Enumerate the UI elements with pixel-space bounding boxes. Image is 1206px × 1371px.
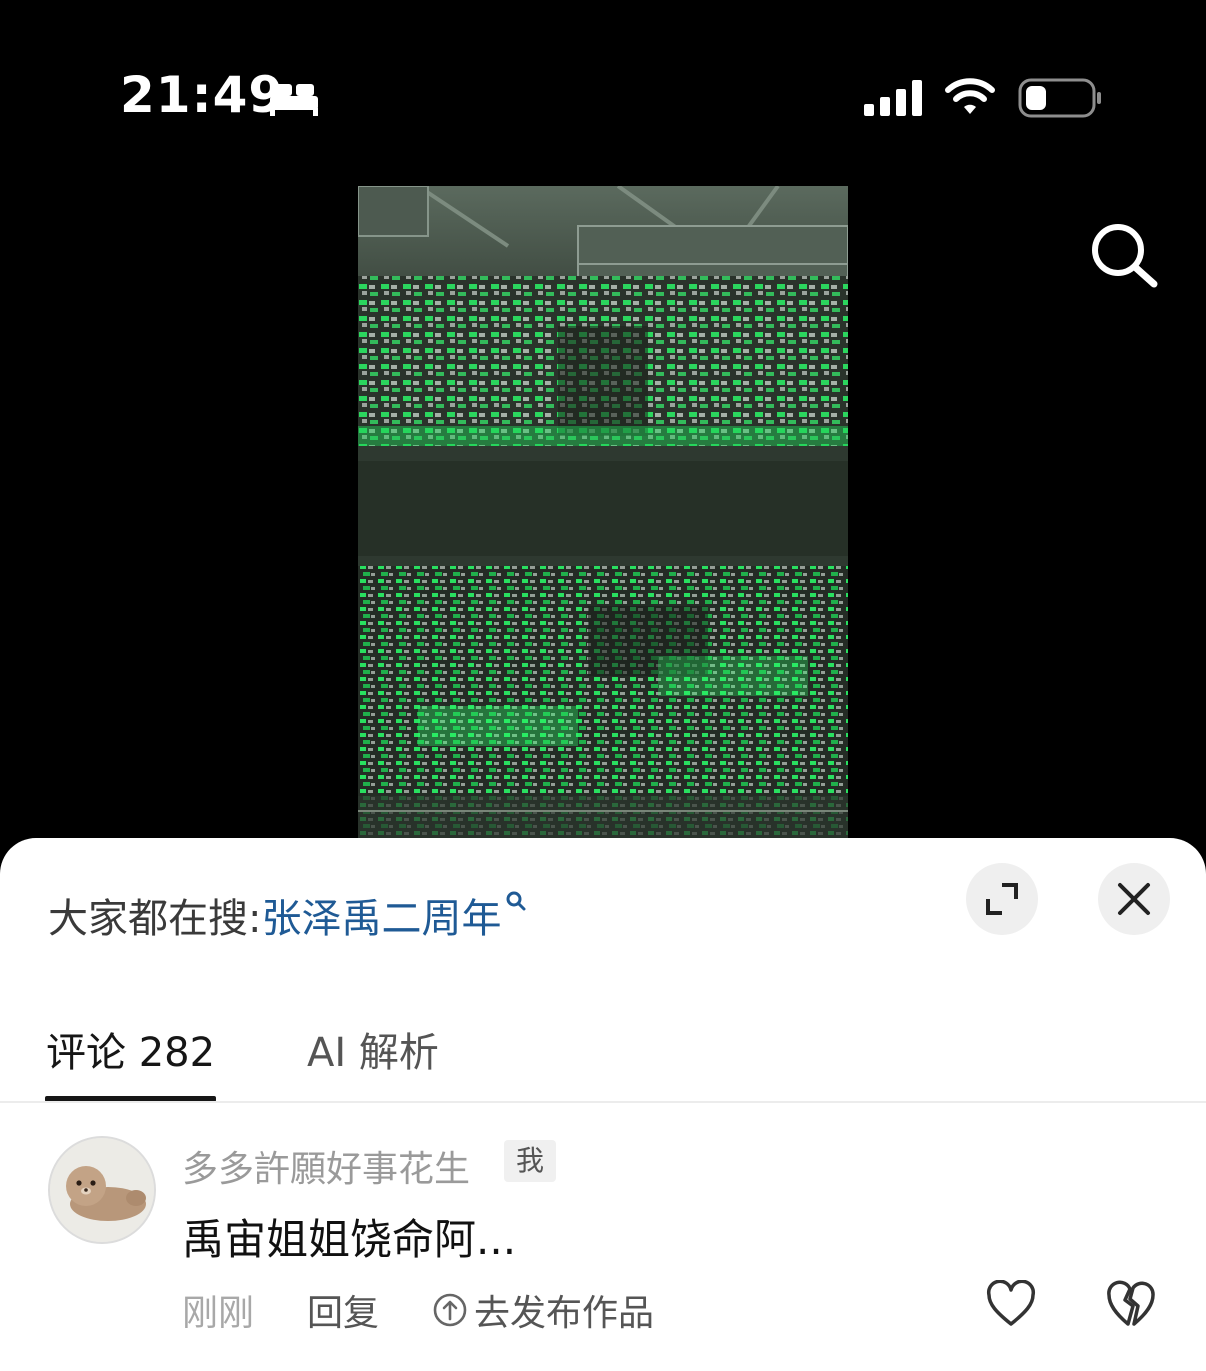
close-icon <box>1118 883 1150 915</box>
concert-crowd-image <box>358 186 848 838</box>
wifi-icon <box>945 78 995 114</box>
dislike-heart-icon[interactable] <box>1106 1280 1156 1328</box>
cellular-signal-icon <box>864 80 922 116</box>
close-button[interactable] <box>1098 863 1170 935</box>
battery-icon <box>1018 78 1101 118</box>
sleep-icon <box>270 84 318 116</box>
trending-query-link[interactable]: 张泽禹二周年 <box>261 896 501 942</box>
avatar[interactable] <box>48 1136 156 1244</box>
expand-button[interactable] <box>966 863 1038 935</box>
small-search-icon <box>506 891 526 911</box>
tab-bar: 评论 282 AI 解析 <box>0 1010 1206 1102</box>
tab-ai-analysis[interactable]: AI 解析 <box>307 1020 439 1078</box>
comment-text: 禹宙姐姐饶命阿... <box>182 1215 517 1264</box>
status-bar: 21:49 <box>0 0 1206 190</box>
publish-work-button[interactable]: 去发布作品 <box>432 1284 654 1336</box>
like-heart-icon[interactable] <box>986 1280 1036 1328</box>
tab-comments[interactable]: 评论 282 <box>46 1020 215 1078</box>
trending-search[interactable]: 大家都在搜:张泽禹二周年 <box>48 886 527 944</box>
divider <box>0 1101 1206 1103</box>
trending-label: 大家都在搜: <box>48 896 262 942</box>
search-icon[interactable] <box>1088 222 1158 288</box>
comment-username[interactable]: 多多許願好事花生 <box>182 1140 470 1192</box>
otter-avatar-image <box>50 1138 154 1242</box>
status-time: 21:49 <box>120 66 285 124</box>
expand-icon <box>986 883 1018 915</box>
reply-button[interactable]: 回复 <box>307 1284 379 1336</box>
comment-item: 多多許願好事花生 我 禹宙姐姐饶命阿... 刚刚 回复 去发布作品 <box>0 1110 1206 1371</box>
comment-time: 刚刚 <box>182 1293 255 1334</box>
video-player[interactable] <box>358 186 848 838</box>
upload-circle-icon <box>433 1293 467 1327</box>
me-badge: 我 <box>504 1140 557 1182</box>
publish-work-label: 去发布作品 <box>474 1293 655 1334</box>
